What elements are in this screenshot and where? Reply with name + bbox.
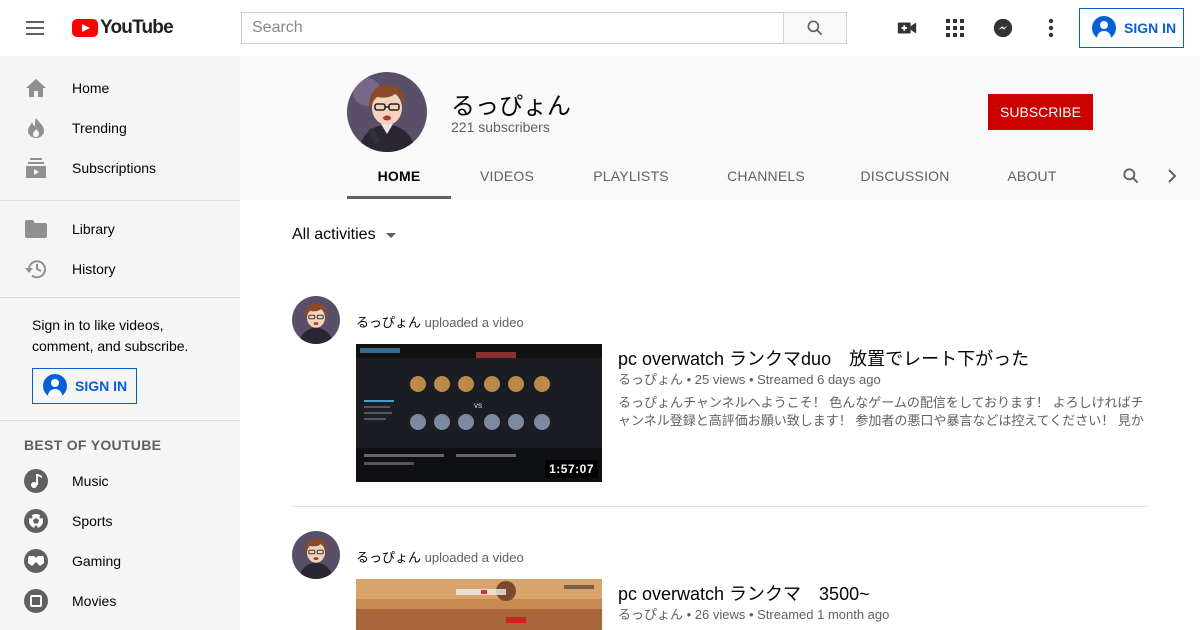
account-icon	[1092, 16, 1116, 40]
caret-down-icon	[385, 232, 396, 238]
sidebar-item-label: Sports	[72, 513, 113, 529]
sign-in-button[interactable]: SIGN IN	[1079, 8, 1184, 48]
activity-author[interactable]: るっぴょん	[356, 550, 421, 565]
activity-description: るっぴょん uploaded a video	[356, 547, 524, 566]
activity-divider	[292, 506, 1148, 507]
search-button[interactable]	[783, 12, 847, 44]
messages-icon[interactable]	[991, 16, 1015, 40]
youtube-play-icon	[72, 19, 98, 37]
hamburger-menu-icon[interactable]	[24, 16, 48, 40]
video-title[interactable]: pc overwatch ランクマ 3500~	[618, 580, 870, 606]
active-tab-indicator	[347, 196, 451, 199]
sign-in-label: SIGN IN	[1124, 20, 1177, 36]
tab-videos[interactable]: VIDEOS	[467, 156, 547, 196]
video-thumbnail[interactable]: VS 1:57:07	[356, 344, 602, 482]
sidebar-item-label: Subscriptions	[72, 160, 157, 176]
history-icon	[24, 257, 48, 281]
search-icon	[807, 20, 823, 36]
music-icon	[24, 469, 48, 493]
channel-content: All activities るっぴょん uploaded a video VS…	[240, 200, 1200, 630]
sidebar-item-label: Home	[72, 80, 110, 96]
sidebar-item-label: Music	[72, 473, 109, 489]
youtube-logo[interactable]: YouTube	[72, 17, 174, 38]
sidebar-item-subscriptions[interactable]: Subscriptions	[0, 148, 240, 188]
sidebar-item-trending[interactable]: Trending	[0, 108, 240, 148]
subscriber-count: 221 subscribers	[451, 119, 550, 135]
sidebar-item-label: Movies	[72, 593, 117, 609]
gaming-icon	[24, 549, 48, 573]
channel-name: るっぴょん	[451, 93, 571, 120]
account-icon	[43, 374, 67, 398]
channel-search-icon[interactable]	[1119, 164, 1143, 188]
sidebar-sign-in-button[interactable]: SIGN IN	[32, 368, 137, 404]
search-bar: Search	[241, 12, 847, 44]
video-thumbnail[interactable]	[356, 579, 602, 630]
masthead: YouTube Search SIGN IN	[0, 0, 1200, 56]
tab-about[interactable]: ABOUT	[992, 156, 1072, 196]
subscriptions-icon	[24, 156, 48, 180]
channel-avatar[interactable]	[347, 72, 427, 152]
sidebar-item-history[interactable]: History	[0, 249, 240, 289]
video-description: るっぴょんチャンネルへようこそ！ 色んなゲームの配信をしております！ よろしけれ…	[618, 395, 1144, 428]
video-meta: るっぴょん • 25 views • Streamed 6 days ago	[618, 372, 881, 387]
video-duration: 1:57:07	[545, 460, 598, 478]
sidebar-item-label: History	[72, 261, 116, 277]
logo-text: YouTube	[100, 17, 174, 38]
sidebar-divider	[0, 200, 240, 201]
best-of-youtube-heading: BEST OF YOUTUBE	[24, 437, 162, 453]
home-icon	[24, 76, 48, 100]
sidebar-item-sports[interactable]: Sports	[0, 501, 240, 541]
activity-description: るっぴょん uploaded a video	[356, 312, 524, 331]
sidebar-item-label: Trending	[72, 120, 127, 136]
activity-action: uploaded a video	[424, 315, 524, 330]
more-options-icon[interactable]	[1039, 16, 1063, 40]
activity-filter-dropdown[interactable]: All activities	[292, 226, 396, 244]
sign-in-prompt: Sign in to like videos, comment, and sub…	[32, 317, 189, 354]
activity-avatar[interactable]	[292, 531, 340, 579]
sidebar-divider	[0, 297, 240, 298]
sidebar-item-movies[interactable]: Movies	[0, 581, 240, 621]
sidebar-item-library[interactable]: Library	[0, 209, 240, 249]
channel-header: るっぴょん 221 subscribers SUBSCRIBE HOME VID…	[240, 56, 1200, 200]
sports-icon	[24, 509, 48, 533]
movies-icon	[24, 589, 48, 613]
activity-author[interactable]: るっぴょん	[356, 315, 421, 330]
activity-avatar[interactable]	[292, 296, 340, 344]
activity-action: uploaded a video	[424, 550, 524, 565]
svg-text:VS: VS	[474, 404, 482, 410]
sidebar-item-gaming[interactable]: Gaming	[0, 541, 240, 581]
subscribe-button[interactable]: SUBSCRIBE	[988, 94, 1093, 130]
create-video-icon[interactable]	[895, 16, 919, 40]
guide-sidebar: Home Trending Subscriptions Library Hist…	[0, 56, 240, 630]
tab-channels[interactable]: CHANNELS	[714, 156, 818, 196]
video-meta: るっぴょん • 26 views • Streamed 1 month ago	[618, 607, 890, 622]
flame-icon	[24, 116, 48, 140]
tab-home[interactable]: HOME	[347, 156, 451, 196]
filter-label: All activities	[292, 226, 376, 243]
tab-discussion[interactable]: DISCUSSION	[850, 156, 960, 196]
video-title[interactable]: pc overwatch ランクマduo 放置でレート下がった	[618, 345, 1029, 371]
tab-playlists[interactable]: PLAYLISTS	[579, 156, 683, 196]
chevron-right-icon[interactable]	[1160, 164, 1184, 188]
search-input[interactable]: Search	[241, 12, 783, 44]
sign-in-label: SIGN IN	[75, 378, 128, 394]
sidebar-divider	[0, 420, 240, 421]
sidebar-item-label: Library	[72, 221, 115, 237]
apps-grid-icon[interactable]	[943, 16, 967, 40]
folder-icon	[24, 217, 48, 241]
sidebar-item-home[interactable]: Home	[0, 68, 240, 108]
sidebar-item-music[interactable]: Music	[0, 461, 240, 501]
sidebar-item-label: Gaming	[72, 553, 122, 569]
